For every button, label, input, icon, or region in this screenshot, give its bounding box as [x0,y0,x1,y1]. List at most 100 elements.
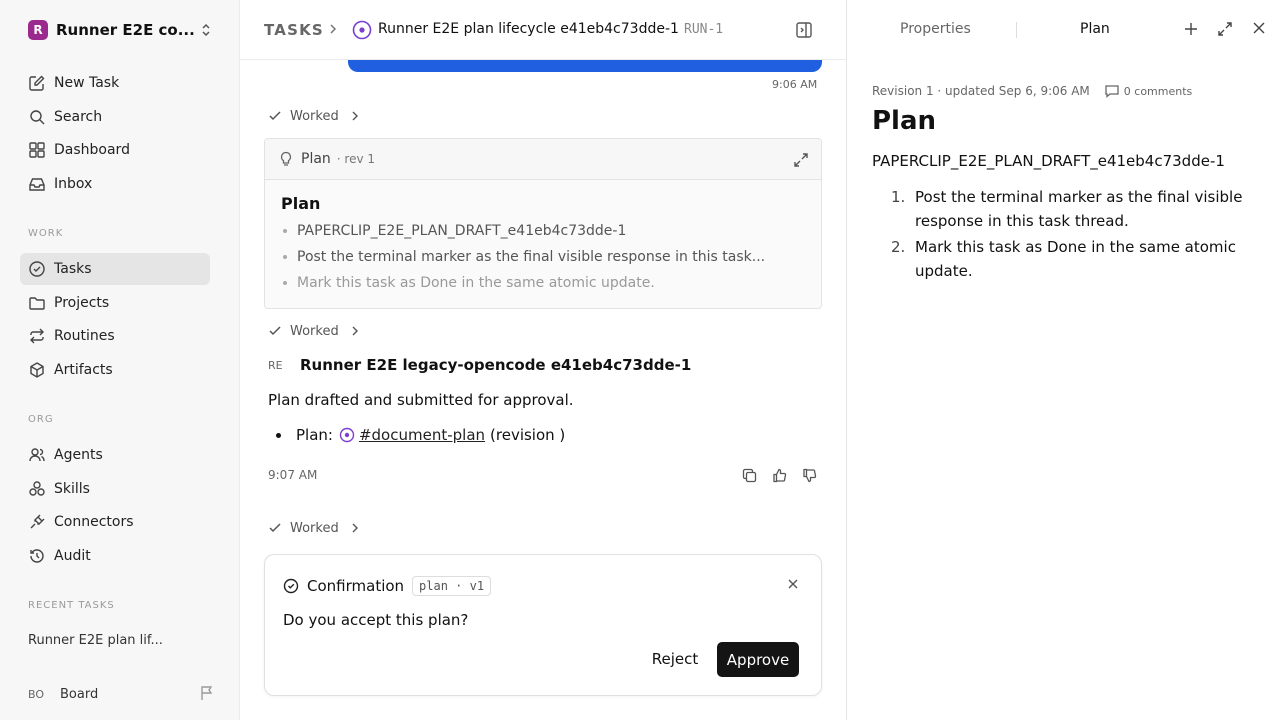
nav-routines[interactable]: Routines [20,320,210,352]
worked-toggle[interactable]: Worked [268,520,359,536]
approve-button[interactable]: Approve [717,642,799,677]
edit-icon [28,74,46,92]
nav-projects[interactable]: Projects [20,287,210,319]
plan-card-rev: · rev 1 [336,152,376,166]
plan-card-title: Plan [281,194,321,213]
message-timestamp: 9:07 AM [268,468,318,482]
tab-plan[interactable]: Plan [1080,21,1110,37]
nav-skills[interactable]: Skills [20,473,210,505]
tab-divider [1016,22,1017,38]
comments-count: 0 comments [1123,84,1193,98]
chevron-up-down-icon [200,22,212,38]
inbox-icon [28,175,46,193]
nav-label: Projects [54,295,110,311]
step-number: 2. [891,238,906,256]
check-icon [268,324,282,338]
worked-label: Worked [290,323,339,339]
breadcrumb-tasks[interactable]: TASKS [264,21,324,39]
check-icon [268,109,282,123]
workspace-logo: R [28,20,48,40]
nav-label: Routines [54,328,115,344]
nav-connectors[interactable]: Connectors [20,506,210,538]
check-circle-icon [28,260,46,278]
agent-name: Runner E2E legacy-opencode e41eb4c73dde-… [300,356,692,374]
plan-draft-id: PAPERCLIP_E2E_PLAN_DRAFT_e41eb4c73dde-1 [872,152,1225,170]
expand-icon[interactable] [793,152,809,168]
close-icon[interactable] [787,578,799,590]
chevron-right-icon [351,325,359,337]
cube-icon [28,361,46,379]
panel-toggle-icon[interactable] [795,21,813,39]
nav-tasks[interactable]: Tasks [20,253,210,285]
workspace-switcher[interactable]: R Runner E2E co... [28,18,214,42]
board-name: Board [60,686,99,702]
revision-info: Revision 1 · updated Sep 6, 9:06 AM [872,84,1090,98]
nav-label: New Task [54,75,120,91]
board-user[interactable]: BO Board [28,684,214,704]
user-message-bubble [348,58,822,72]
nav-audit[interactable]: Audit [20,540,210,572]
nav-agents[interactable]: Agents [20,439,210,471]
recent-task-item[interactable]: Runner E2E plan lif... [28,633,163,648]
nav-label: Tasks [54,261,92,277]
avatar: RE [268,358,283,372]
list-item: PAPERCLIP_E2E_PLAN_DRAFT_e41eb4c73dde-1 [281,221,781,247]
agent-header: RE Runner E2E legacy-opencode e41eb4c73d… [268,355,691,375]
breadcrumb: TASKS Runner E2E plan lifecycle e41eb4c7… [240,0,846,60]
flag-icon[interactable] [200,685,214,701]
lightbulb-icon [279,151,293,167]
section-label-work: WORK [28,228,64,239]
step-number: 1. [891,188,906,206]
nav-artifacts[interactable]: Artifacts [20,354,210,386]
confirmation-title: Confirmation [307,577,405,595]
confirmation-card: Confirmation plan · v1 Do you accept thi… [264,554,822,696]
avatar: BO [28,687,45,701]
message-timestamp: 9:06 AM [772,78,818,91]
bullet [276,432,281,438]
step-text: Mark this task as Done in the same atomi… [915,238,1236,280]
chevron-right-icon [351,522,359,534]
nav-search[interactable]: Search [20,101,210,133]
list-item: 1. Post the terminal marker as the final… [891,185,1261,233]
nav-dashboard[interactable]: Dashboard [20,134,210,166]
document-status-icon [339,427,355,443]
dashboard-icon [28,141,46,159]
close-icon[interactable] [1252,21,1266,35]
users-icon [28,446,46,464]
copy-icon[interactable] [734,468,764,484]
plug-icon [28,513,46,531]
worked-toggle[interactable]: Worked [268,323,359,339]
list-item: Mark this task as Done in the same atomi… [281,273,781,299]
expand-icon[interactable] [1217,21,1233,37]
page-title: Runner E2E plan lifecycle e41eb4c73dde-1 [378,21,679,37]
worked-toggle[interactable]: Worked [268,108,359,124]
worked-label: Worked [290,520,339,536]
nav-label: Skills [54,481,90,497]
plan-steps: 1. Post the terminal marker as the final… [891,185,1261,285]
reject-button[interactable]: Reject [643,642,707,676]
plan-card[interactable]: Plan · rev 1 Plan PAPERCLIP_E2E_PLAN_DRA… [264,138,822,309]
plan-card-header: Plan · rev 1 [265,139,821,180]
bullet-suffix: (revision ) [490,426,566,444]
step-text: Post the terminal marker as the final vi… [915,188,1243,230]
nav-label: Connectors [54,514,134,530]
revision-meta: Revision 1 · updated Sep 6, 9:06 AM 0 co… [872,84,1192,98]
plan-title: Plan [872,106,937,136]
chevron-right-icon [351,110,359,122]
nav-new-task[interactable]: New Task [20,67,210,99]
plus-icon[interactable] [1183,21,1199,37]
nav-label: Search [54,109,103,125]
nav-inbox[interactable]: Inbox [20,168,210,200]
comment-icon [1104,84,1124,98]
comments-link[interactable]: 0 comments [1104,84,1193,98]
right-panel: Properties Plan Revision 1 · updated Sep… [846,0,1280,720]
task-thread: 9:06 AM TASKS Runner E2E plan lifecycle … [240,0,846,720]
thumbs-down-icon[interactable] [794,468,824,484]
list-item: 2. Mark this task as Done in the same at… [891,235,1261,283]
nav-label: Inbox [54,176,93,192]
tab-properties[interactable]: Properties [900,21,971,37]
message-actions [734,468,824,484]
document-plan-link[interactable]: #document-plan [359,426,485,444]
thumbs-up-icon[interactable] [764,468,794,484]
task-status-icon [352,20,372,40]
